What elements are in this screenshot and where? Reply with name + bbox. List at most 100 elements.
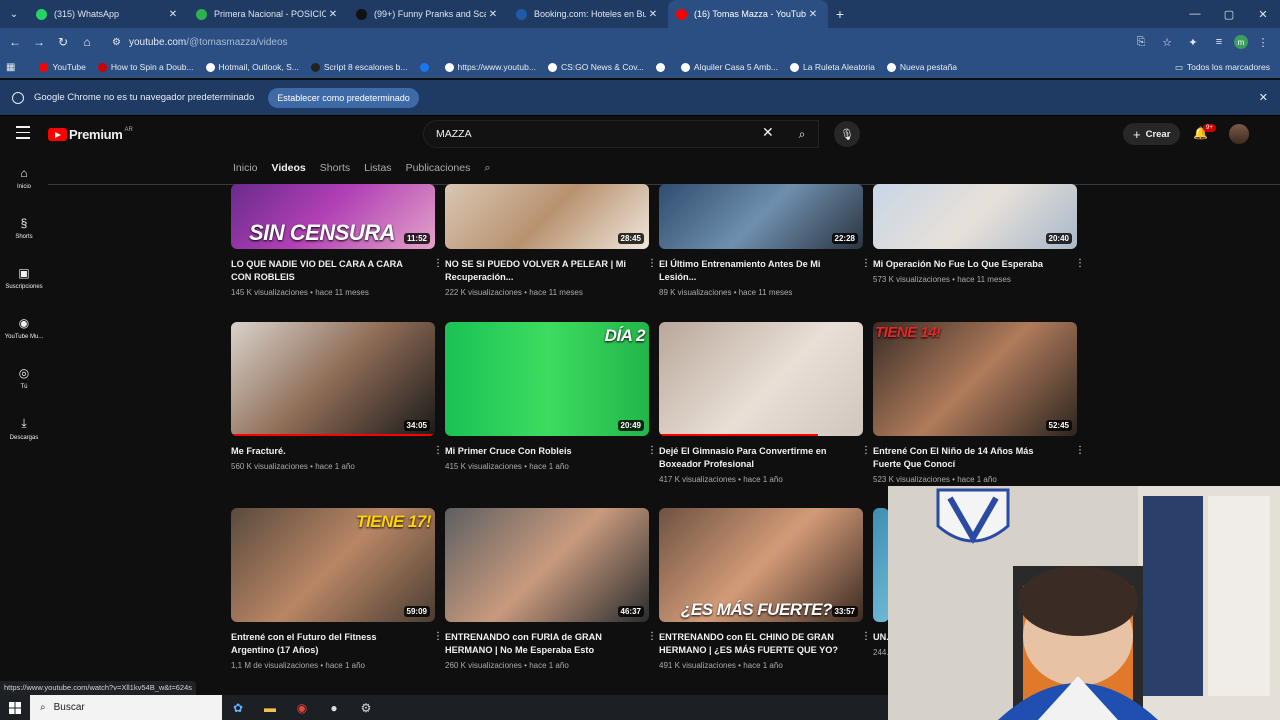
close-window-icon[interactable]: ✕ — [1246, 0, 1280, 28]
video-menu-icon[interactable]: ⋮ — [861, 445, 871, 456]
browser-tab[interactable]: Primera Nacional - POSICIONE✕ — [188, 0, 348, 28]
video-thumbnail[interactable]: 34:05 — [231, 322, 435, 436]
settings-gear-icon[interactable]: ⚙ — [350, 695, 382, 720]
video-menu-icon[interactable]: ⋮ — [433, 631, 443, 642]
reload-icon[interactable]: ↻ — [51, 30, 75, 54]
bookmark-item[interactable]: Nueva pestaña — [881, 62, 963, 72]
video-thumbnail[interactable]: 28:45 — [445, 184, 649, 249]
guide-item[interactable]: ⌂ Inicio — [0, 153, 48, 203]
bookmark-item[interactable] — [414, 62, 439, 72]
video-title[interactable]: ENTRENANDO con EL CHINO DE GRAN HERMANO … — [659, 631, 843, 657]
home-button-icon[interactable]: ⌂ — [75, 30, 99, 54]
video-title[interactable]: Me Fracturé. — [231, 445, 415, 458]
guide-item[interactable]: ▣ Suscripciones — [0, 253, 48, 303]
channel-tab[interactable]: Listas — [364, 162, 391, 174]
video-thumbnail[interactable]: SIN CENSURA 11:52 — [231, 184, 435, 249]
video-thumbnail[interactable]: 20:40 — [873, 184, 1077, 249]
youtube-premium-logo[interactable]: Premium AR — [48, 127, 133, 142]
video-menu-icon[interactable]: ⋮ — [1075, 445, 1085, 456]
bookmark-item[interactable]: How to Spin a Doub... — [92, 62, 200, 72]
bookmark-star-icon[interactable]: ☆ — [1156, 30, 1178, 54]
channel-search-icon[interactable]: ⌕ — [484, 162, 490, 175]
forward-icon[interactable]: → — [27, 30, 51, 54]
video-menu-icon[interactable]: ⋮ — [647, 631, 657, 642]
guide-item[interactable]: § Shorts — [0, 203, 48, 253]
guide-item[interactable]: ⤓ Descargas — [0, 403, 48, 453]
file-explorer-icon[interactable]: ▬ — [254, 695, 286, 720]
video-menu-icon[interactable]: ⋮ — [433, 258, 443, 269]
bookmark-item[interactable]: Hotmail, Outlook, S... — [200, 62, 305, 72]
browser-tab[interactable]: (16) Tomas Mazza - YouTube ✕ — [668, 0, 828, 28]
video-thumbnail[interactable]: 22:28 — [659, 184, 863, 249]
video-menu-icon[interactable]: ⋮ — [1075, 258, 1085, 269]
menu-icon[interactable] — [16, 126, 30, 143]
video-title[interactable]: Entrené con el Futuro del Fitness Argent… — [231, 631, 415, 657]
extensions-icon[interactable]: ✦ — [1182, 30, 1204, 54]
install-app-icon[interactable]: ⎘ — [1130, 30, 1152, 54]
chrome-menu-icon[interactable]: ⋮ — [1252, 30, 1274, 54]
channel-tab[interactable]: Inicio — [233, 162, 258, 174]
channel-tab[interactable]: Shorts — [320, 162, 350, 174]
video-thumbnail[interactable]: 46:37 — [445, 508, 649, 622]
video-title[interactable]: Mi Operación No Fue Lo Que Esperaba — [873, 258, 1057, 271]
video-thumbnail[interactable]: TIENE 17! 59:09 — [231, 508, 435, 622]
tab-close-icon[interactable]: ✕ — [646, 9, 660, 20]
back-icon[interactable]: ← — [3, 30, 27, 54]
guide-item[interactable]: ◉ YouTube Mu... — [0, 303, 48, 353]
video-menu-icon[interactable]: ⋮ — [861, 631, 871, 642]
browser-tab[interactable]: Booking.com: Hoteles en Buen ✕ — [508, 0, 668, 28]
maximize-icon[interactable]: ▢ — [1212, 0, 1246, 28]
bookmark-item[interactable]: Script 8 escalones b... — [305, 62, 414, 72]
media-controls-icon[interactable]: ≡ — [1208, 30, 1230, 54]
obs-icon[interactable]: ● — [318, 695, 350, 720]
bookmark-item[interactable]: https://www.youtub... — [439, 62, 542, 72]
video-title[interactable]: LO QUE NADIE VIO DEL CARA A CARA CON ROB… — [231, 258, 415, 284]
set-default-button[interactable]: Establecer como predeterminado — [268, 87, 419, 108]
search-icon[interactable]: ⌕ — [785, 120, 819, 148]
close-infobar-icon[interactable]: ✕ — [1259, 91, 1268, 104]
bookmark-item[interactable]: YouTube — [33, 62, 91, 72]
new-tab-button[interactable]: + — [828, 6, 852, 22]
video-thumbnail[interactable] — [659, 322, 863, 436]
video-thumbnail[interactable] — [873, 508, 889, 622]
chrome-taskbar-icon[interactable]: ◉ — [286, 695, 318, 720]
video-title[interactable]: Mi Primer Cruce Con Robleis — [445, 445, 629, 458]
video-title[interactable]: Dejé El Gimnasio Para Convertirme en Box… — [659, 445, 843, 471]
video-menu-icon[interactable]: ⋮ — [433, 445, 443, 456]
browser-tab[interactable]: (99+) Funny Pranks and Scares✕ — [348, 0, 508, 28]
microphone-icon[interactable]: 🎙 — [834, 121, 860, 147]
profile-avatar[interactable]: m — [1234, 35, 1248, 49]
tab-close-icon[interactable]: ✕ — [166, 9, 180, 20]
video-thumbnail[interactable]: TIENE 14! 52:45 — [873, 322, 1077, 436]
video-title[interactable]: Entrené Con El Niño de 14 Años Más Fuert… — [873, 445, 1057, 471]
tab-search-icon[interactable]: ⌄ — [0, 0, 28, 28]
video-title[interactable]: El Último Entrenamiento Antes De Mi Lesi… — [659, 258, 843, 284]
bookmark-item[interactable] — [650, 62, 675, 72]
tab-close-icon[interactable]: ✕ — [486, 9, 500, 20]
tab-close-icon[interactable]: ✕ — [326, 9, 340, 20]
minimize-icon[interactable]: — — [1178, 0, 1212, 28]
create-button[interactable]: + Crear — [1123, 123, 1181, 145]
browser-tab[interactable]: (315) WhatsApp ✕ — [28, 0, 188, 28]
clear-search-icon[interactable]: ✕ — [762, 124, 774, 141]
account-avatar[interactable] — [1229, 124, 1249, 144]
video-menu-icon[interactable]: ⋮ — [647, 445, 657, 456]
channel-tab[interactable]: Publicaciones — [406, 162, 471, 174]
apps-icon[interactable]: ▦ — [0, 62, 21, 73]
channel-tab[interactable]: Videos — [272, 162, 306, 174]
video-title[interactable]: ENTRENANDO con FURIA de GRAN HERMANO | N… — [445, 631, 629, 657]
video-menu-icon[interactable]: ⋮ — [647, 258, 657, 269]
tab-close-icon[interactable]: ✕ — [806, 9, 820, 20]
bookmark-item[interactable]: CS:GO News & Cov... — [542, 62, 650, 72]
taskbar-search-input[interactable]: ⌕ Buscar — [30, 695, 222, 720]
address-bar[interactable]: ⚙ youtube.com/@tomasmazza/videos — [104, 31, 1164, 53]
search-input[interactable]: MAZZA — [423, 120, 819, 148]
windows-start-icon[interactable] — [0, 701, 30, 714]
copilot-icon[interactable]: ✿ — [222, 695, 254, 720]
all-bookmarks[interactable]: ▭ Todos los marcadores — [1175, 56, 1270, 78]
video-title[interactable]: NO SE SI PUEDO VOLVER A PELEAR | Mi Recu… — [445, 258, 629, 284]
video-thumbnail[interactable]: ¿ES MÁS FUERTE? 33:57 — [659, 508, 863, 622]
bookmark-item[interactable]: La Ruleta Aleatoria — [784, 62, 881, 72]
video-menu-icon[interactable]: ⋮ — [861, 258, 871, 269]
guide-item[interactable]: ◎ Tú — [0, 353, 48, 403]
